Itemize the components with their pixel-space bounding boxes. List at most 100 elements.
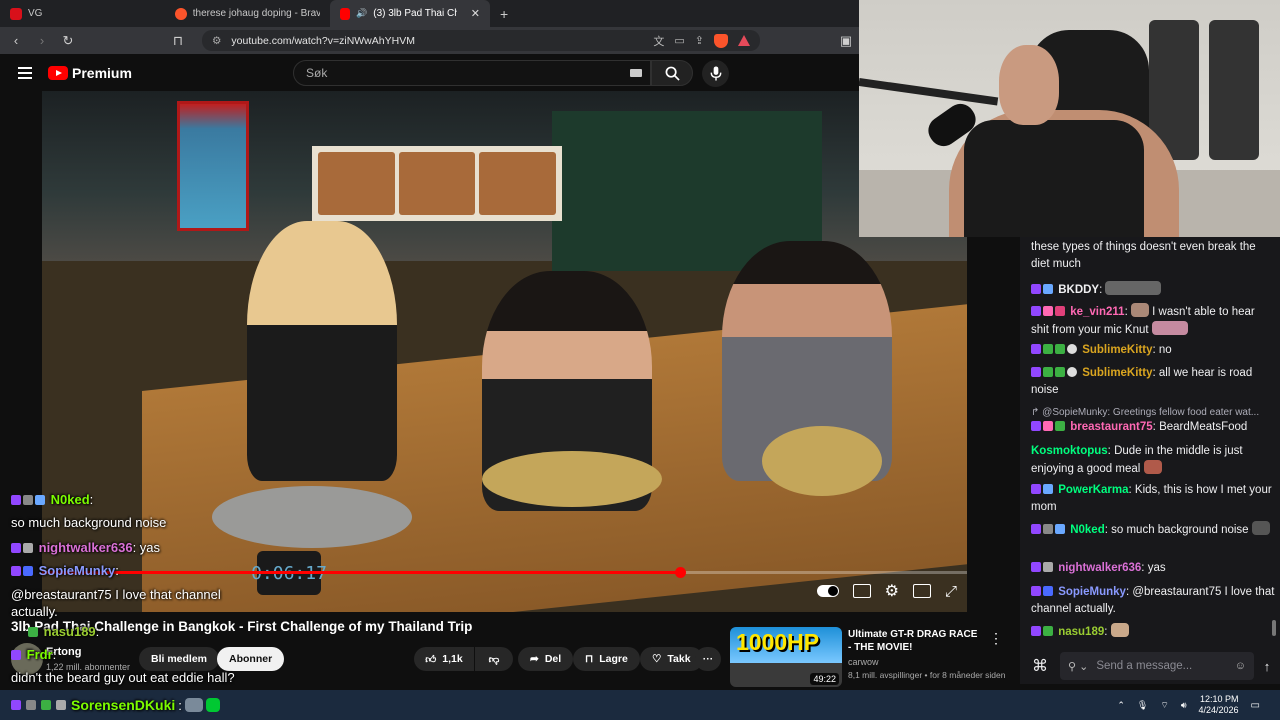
autoplay-toggle[interactable]: [816, 585, 839, 597]
address-bar[interactable]: ⚙ youtube.com/watch?v=ziNWwAhYHVM 文 ▭ ⇪: [202, 30, 760, 51]
subscribe-button[interactable]: Abonner: [217, 647, 285, 671]
link-icon[interactable]: ⚲ ⌄: [1068, 660, 1088, 673]
close-tab-icon[interactable]: ✕: [471, 7, 480, 20]
chat-username[interactable]: PowerKarma: [1058, 484, 1128, 496]
send-icon[interactable]: ↑: [1254, 659, 1280, 674]
badge-icon: [1043, 306, 1053, 316]
badge-icon: [1067, 367, 1077, 377]
youtube-logo[interactable]: Premium: [48, 65, 132, 81]
badge-icon: [1031, 367, 1041, 377]
chat-message: SublimeKitty: no: [1031, 342, 1275, 359]
fullscreen-icon[interactable]: ⤢: [945, 583, 957, 600]
like-button[interactable]: 👍︎ 1,1k: [414, 647, 474, 671]
chat-message-text: these types of things doesn't even break…: [1031, 241, 1256, 270]
chat-username[interactable]: nightwalker636: [1058, 562, 1141, 574]
url-text[interactable]: youtube.com/watch?v=ziNWwAhYHVM: [231, 35, 415, 47]
miniplayer-icon[interactable]: [912, 584, 931, 598]
badge-icon: [11, 495, 21, 505]
voice-search-button[interactable]: [702, 60, 729, 87]
tab-brave-search[interactable]: therese johaug doping - Brave Search: [165, 0, 330, 27]
chat-message-input[interactable]: ⚲ ⌄ Send a message... ☺: [1060, 652, 1254, 680]
save-button[interactable]: ⊓ Lagre: [573, 647, 640, 671]
twitch-chat-panel: these types of things doesn't even break…: [1020, 237, 1280, 648]
chat-username[interactable]: ke_vin211: [1070, 306, 1124, 318]
thanks-button[interactable]: ♡ Takk: [640, 647, 703, 671]
badge-icon: [1031, 484, 1041, 494]
emote-icon: [184, 698, 203, 712]
chat-message-text: yas: [1147, 562, 1166, 574]
bookmark-icon[interactable]: ⊓: [168, 33, 188, 49]
like-count: 1,1k: [442, 653, 463, 665]
chat-message: SopieMunky: @breastaurant75 I love that …: [1031, 586, 1275, 615]
chat-input-placeholder: Send a message...: [1096, 660, 1193, 672]
notification-icon[interactable]: ▭: [1251, 700, 1260, 711]
share-icon[interactable]: ⇪: [695, 34, 704, 47]
recommended-video[interactable]: 1000HP 49:22 Ultimate GT-R DRAG RACE - T…: [730, 627, 1010, 687]
chat-username[interactable]: N0ked: [1070, 524, 1105, 536]
network-icon[interactable]: ⌔: [1160, 700, 1168, 711]
chat-username[interactable]: SopieMunky: [1058, 586, 1126, 598]
dislike-button[interactable]: 👎︎: [475, 647, 513, 671]
audio-icon[interactable]: 🔊: [356, 8, 367, 19]
chat-username[interactable]: nasu189: [1058, 626, 1104, 638]
brave-rewards-icon[interactable]: [738, 35, 750, 46]
badge-icon: [1043, 367, 1053, 377]
clock[interactable]: 12:10 PM 4/24/2026: [1199, 694, 1239, 716]
chat-message-text: BeardMeatsFood: [1159, 421, 1248, 433]
chat-username[interactable]: Kosmoktopus: [1031, 445, 1108, 457]
badge-icon: [1043, 421, 1053, 431]
tray-mic-icon[interactable]: 🎙︎: [1137, 700, 1148, 711]
forward-icon[interactable]: ›: [32, 33, 52, 48]
chat-username[interactable]: BKDDY: [1058, 284, 1099, 296]
chat-message: nasu189:: [1031, 623, 1275, 641]
video-fridge: [177, 101, 249, 231]
more-actions-button[interactable]: ···: [695, 647, 721, 671]
heart-dollar-icon: ♡: [652, 653, 662, 665]
new-tab-button[interactable]: +: [490, 0, 518, 27]
tray-overflow-icon[interactable]: ⌃: [1117, 700, 1125, 711]
settings-icon[interactable]: ⚙: [885, 581, 899, 601]
menu-icon[interactable]: [18, 66, 32, 79]
overlay-chat-line: Frdr:: [11, 647, 56, 662]
subtitles-icon[interactable]: [852, 584, 871, 598]
video-menu-board: [312, 146, 562, 221]
overlay-username: SopieMunky: [38, 563, 116, 578]
search-button[interactable]: [651, 60, 693, 86]
chat-username[interactable]: breastaurant75: [1070, 421, 1152, 433]
chat-input-row: ⌘ ⚲ ⌄ Send a message... ☺ ↑: [1020, 648, 1280, 684]
brave-shields-icon[interactable]: [714, 33, 728, 48]
recommended-thumbnail[interactable]: 1000HP 49:22: [730, 627, 842, 687]
chat-username[interactable]: SublimeKitty: [1082, 344, 1152, 356]
thumbnail-text: 1000HP: [736, 629, 820, 655]
search-input[interactable]: Søk: [293, 60, 651, 86]
cast-icon[interactable]: ▭: [674, 34, 684, 47]
sidebar-icon[interactable]: ▣: [836, 33, 856, 49]
back-icon[interactable]: ‹: [6, 33, 26, 48]
emote-icon: [1151, 321, 1188, 335]
emote-icon: [205, 698, 220, 712]
recommended-title[interactable]: Ultimate GT-R DRAG RACE - THE MOVIE!: [848, 628, 983, 654]
translate-icon[interactable]: 文: [653, 33, 664, 49]
badge-icon: [1043, 626, 1053, 636]
share-button[interactable]: ➦ Del: [518, 647, 574, 671]
overlay-username: nightwalker636: [38, 540, 133, 555]
more-options-icon[interactable]: ⋮: [989, 630, 1003, 647]
keyboard-icon[interactable]: [630, 69, 642, 77]
emote-icon: [1251, 521, 1270, 535]
chat-scrollbar[interactable]: [1272, 620, 1276, 636]
reload-icon[interactable]: ↻: [58, 33, 78, 49]
chat-message: Kosmoktopus: Dude in the middle is just …: [1031, 445, 1243, 475]
tab-vg[interactable]: VG: [0, 0, 165, 27]
emoji-icon[interactable]: ☺: [1235, 660, 1246, 672]
tab-youtube[interactable]: 🔊 (3) 3lb Pad Thai Challenge in Bangkok …: [330, 0, 490, 27]
chat-username[interactable]: SublimeKitty: [1082, 367, 1152, 379]
browser-toolbar: ‹ › ↻ ⊓ ⚙ youtube.com/watch?v=ziNWwAhYHV…: [0, 27, 860, 54]
join-button[interactable]: Bli medlem: [139, 647, 220, 671]
volume-icon[interactable]: 🔊︎: [1181, 700, 1187, 711]
badge-icon: [1031, 562, 1041, 572]
command-icon[interactable]: ⌘: [1020, 656, 1060, 676]
player-controls: ⚙ ⤢: [816, 581, 957, 601]
site-info-icon[interactable]: ⚙: [212, 35, 221, 47]
video-player[interactable]: 0:06:17 ⚙ ⤢: [42, 91, 967, 612]
recommended-channel[interactable]: carwow: [848, 657, 879, 667]
